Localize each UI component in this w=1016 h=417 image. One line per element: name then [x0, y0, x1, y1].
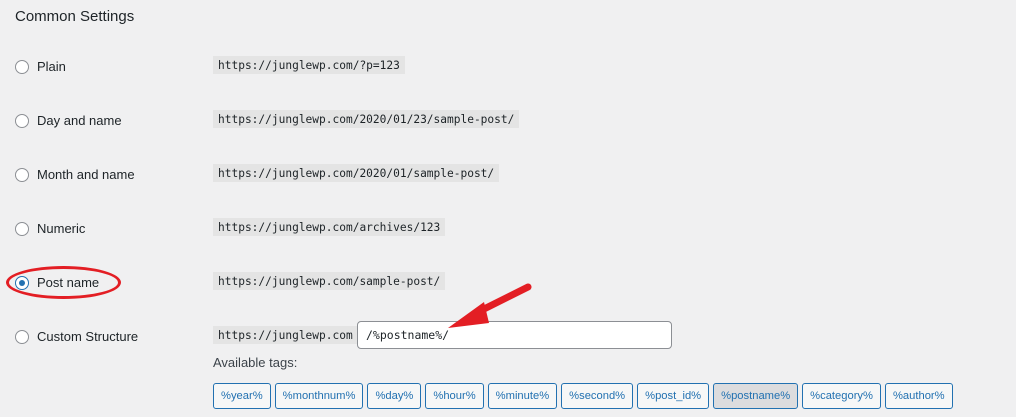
permalink-option-numeric[interactable]: Numeric https://junglewp.com/archives/12… [0, 215, 1016, 245]
permalink-option-month-name[interactable]: Month and name https://junglewp.com/2020… [0, 161, 1016, 191]
tag-minute-button[interactable]: %minute% [487, 383, 558, 409]
tag-category-button[interactable]: %category% [802, 383, 881, 409]
available-tags-label: Available tags: [213, 355, 298, 370]
tag-second-button[interactable]: %second% [561, 383, 634, 409]
option-label: Numeric [37, 221, 86, 236]
permalink-option-day-name[interactable]: Day and name https://junglewp.com/2020/0… [0, 107, 1016, 137]
example-url: https://junglewp.com/archives/123 [213, 218, 446, 236]
annotation-arrow-icon [448, 283, 532, 328]
section-title: Common Settings [15, 8, 135, 25]
tag-author-button[interactable]: %author% [884, 383, 953, 409]
tag-day-button[interactable]: %day% [367, 383, 422, 409]
annotation-circle [6, 266, 121, 299]
day-name-radio[interactable] [15, 114, 29, 128]
example-url: https://junglewp.com/2020/01/sample-post… [213, 164, 500, 182]
plain-radio[interactable] [15, 60, 29, 74]
option-label: Custom Structure [37, 329, 139, 344]
example-url: https://junglewp.com/?p=123 [213, 56, 405, 74]
example-url: https://junglewp.com/sample-post/ [213, 272, 446, 290]
permalink-option-plain[interactable]: Plain https://junglewp.com/?p=123 [0, 53, 1016, 83]
option-label: Month and name [37, 167, 135, 182]
option-label: Day and name [37, 113, 122, 128]
custom-structure-radio[interactable] [15, 330, 29, 344]
month-name-radio[interactable] [15, 168, 29, 182]
numeric-radio[interactable] [15, 222, 29, 236]
tag-year-button[interactable]: %year% [213, 383, 271, 409]
tag-monthnum-button[interactable]: %monthnum% [274, 383, 364, 409]
custom-base-url: https://junglewp.com [213, 326, 358, 344]
example-url: https://junglewp.com/2020/01/23/sample-p… [213, 110, 520, 128]
available-tags-list: %year% %monthnum% %day% %hour% %minute% … [213, 383, 953, 409]
option-label: Plain [37, 59, 66, 74]
tag-postname-button[interactable]: %postname% [713, 383, 799, 409]
tag-hour-button[interactable]: %hour% [425, 383, 484, 409]
tag-post-id-button[interactable]: %post_id% [637, 383, 710, 409]
